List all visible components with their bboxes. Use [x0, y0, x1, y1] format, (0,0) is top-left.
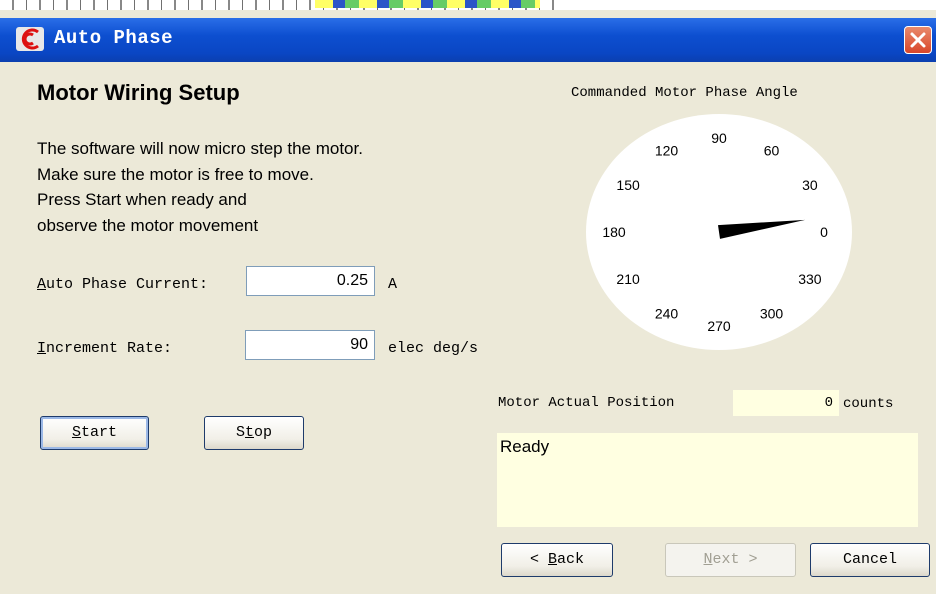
- instruction-line: The software will now micro step the mot…: [37, 139, 363, 158]
- dial-tick-label: 330: [798, 271, 822, 287]
- dial-tick-label: 30: [802, 177, 818, 193]
- instruction-line: observe the motor movement: [37, 215, 259, 235]
- cancel-button[interactable]: Cancel: [810, 543, 930, 577]
- increment-rate-input[interactable]: 90: [245, 330, 375, 360]
- title-bar[interactable]: Auto Phase: [0, 18, 936, 62]
- instruction-line: Press Start when ready and: [37, 190, 247, 209]
- dial-tick-label: 60: [764, 143, 780, 159]
- page-heading: Motor Wiring Setup: [37, 80, 240, 105]
- dial-tick-label: 300: [760, 305, 784, 321]
- dial-tick-label: 0: [820, 224, 828, 240]
- stop-button[interactable]: Stop: [204, 416, 304, 450]
- app-logo-icon: [16, 27, 44, 51]
- current-unit-label: A: [388, 276, 398, 293]
- increment-rate-label: Increment Rate:: [37, 340, 173, 357]
- dial-tick-label: 270: [707, 318, 731, 334]
- dial-tick-label: 150: [616, 177, 640, 193]
- next-button[interactable]: Next >: [665, 543, 796, 577]
- status-text: Ready: [500, 437, 550, 456]
- start-button[interactable]: Start: [40, 416, 149, 450]
- close-button[interactable]: [904, 26, 932, 54]
- dial-tick-label: 90: [711, 130, 727, 146]
- back-button[interactable]: < Back: [501, 543, 613, 577]
- instructions-text: The software will now micro step the mot…: [37, 136, 517, 239]
- background-color-block: [315, 0, 540, 8]
- motor-position-label: Motor Actual Position: [498, 395, 675, 411]
- dial-tick-label: 240: [655, 305, 679, 321]
- motor-position-value: 0: [733, 390, 839, 416]
- phase-angle-dial: 0 30 60 90 120 150 180 210 240 270 300 330: [586, 114, 852, 350]
- auto-phase-current-label: Auto Phase Current:: [37, 276, 209, 293]
- rate-unit-label: elec deg/s: [388, 340, 479, 357]
- dial-tick-label: 120: [655, 143, 679, 159]
- status-box: Ready: [497, 433, 918, 527]
- dial-tick-label: 180: [602, 224, 626, 240]
- dial-tick-label: 210: [616, 271, 640, 287]
- window-title: Auto Phase: [54, 27, 174, 49]
- close-icon: [910, 32, 926, 48]
- gauge-title: Commanded Motor Phase Angle: [571, 85, 798, 101]
- auto-phase-current-input[interactable]: 0.25: [246, 266, 375, 296]
- instruction-line: Make sure the motor is free to move.: [37, 164, 314, 184]
- motor-position-units: counts: [843, 396, 894, 412]
